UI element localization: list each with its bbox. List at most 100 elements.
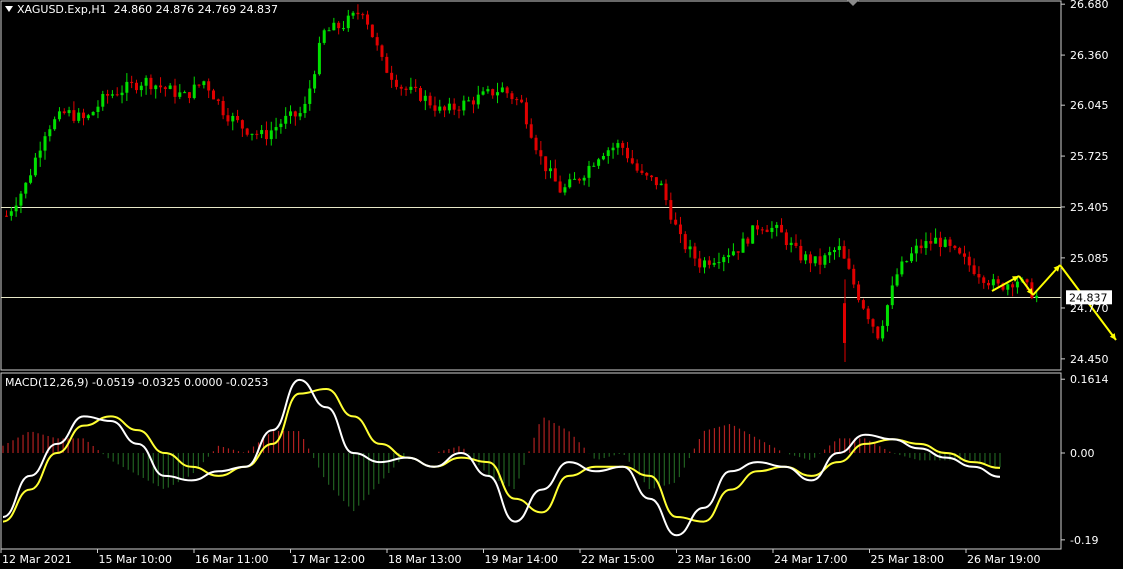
candle-body [833,250,836,253]
candle-body [847,258,851,269]
candle-body [207,81,211,91]
candle-body [804,254,808,261]
candle-body [775,224,779,228]
macd-pane-border [0,372,1062,550]
symbol-name: XAGUSD.Exp,H1 [17,3,107,16]
candle-body [654,177,658,186]
candle-body [563,187,567,193]
candle-body [245,128,249,135]
candle-body [168,85,172,90]
price-tick-label: 26.360 [1070,49,1109,62]
candle-body [298,113,302,117]
candle-body [938,237,942,247]
candle-body [313,74,317,89]
candle-body [895,274,899,286]
candle-body [640,170,644,173]
candle-body [823,255,827,265]
candle-body [505,87,509,94]
candle-body [500,87,504,93]
candle-body [380,45,384,57]
candle-body [573,178,577,180]
candle-body [457,109,461,111]
time-tick-label: 19 Mar 14:00 [485,553,558,566]
collapse-triangle-icon[interactable] [5,6,13,12]
candle-body [346,15,350,29]
candle-body [187,92,191,99]
candle-body [289,111,293,116]
candle-body [587,165,591,178]
candle-body [443,106,447,111]
candle-body [914,245,918,254]
candle-body [857,284,861,301]
candle-body [29,175,33,183]
candle-body [452,103,456,110]
candle-body [351,12,355,16]
candle-body [173,85,177,97]
price-axis[interactable]: 26.68026.36026.04525.72525.40525.08524.7… [1061,0,1112,366]
candle-body [780,224,784,233]
chart-canvas[interactable]: 26.68026.36026.04525.72525.40525.08524.7… [0,0,1123,569]
candle-body [24,182,28,194]
candle-body [630,158,634,164]
candle-body [905,261,909,263]
candle-body [626,147,629,159]
candle-body [842,246,846,259]
candle-body [616,143,620,148]
candle-body [722,257,726,263]
chart-shift-marker-icon[interactable] [847,0,859,6]
candle-body [327,30,331,32]
candle-body [438,106,442,111]
candle-body [548,168,552,172]
candle-body [19,193,23,206]
candle-body [674,219,678,225]
candle-body [125,81,129,93]
candle-body [5,215,8,217]
main-pane-border [0,0,1062,371]
macd-tick-label: -0.19 [1070,534,1098,547]
candle-body [789,242,793,246]
candle-body [43,136,47,151]
candle-body [818,256,822,265]
horizontal-levels[interactable] [1,207,1061,298]
candle-body [688,246,692,250]
candle-body [274,127,278,131]
candle-body [390,72,394,80]
candle-body [96,106,100,113]
candle-body [110,94,114,96]
candle-body [524,102,528,125]
candle-body [428,95,432,106]
candle-body [770,227,774,232]
candle-body [491,89,495,96]
candle-body [544,156,548,172]
candle-body [987,282,991,286]
time-tick-label: 22 Mar 15:00 [581,553,654,566]
candle-body [712,262,716,265]
candle-body [890,285,894,306]
candle-body [972,265,976,275]
candle-body [471,100,475,105]
candle-body [746,238,750,244]
macd-values: MACD(12,26,9) -0.0519 -0.0325 0.0000 -0.… [5,376,269,389]
candle-body [601,155,605,160]
candle-body [1011,284,1015,288]
candle-body [1035,295,1039,299]
candle-body [755,225,759,230]
time-axis[interactable]: 12 Mar 2021 15 Mar 10:00 16 Mar 11:00 17 Ma… [0,549,1040,566]
candle-body [308,88,312,104]
candle-body [260,130,264,135]
candle-body [53,119,57,130]
candle-body [486,89,490,92]
candle-body [481,91,485,95]
candle-body [828,252,832,256]
candle-body [385,56,389,73]
candle-body [91,112,95,116]
candle-body [394,79,398,87]
current-price-label: 24.837 [1069,291,1108,304]
candle-body [727,255,731,258]
candle-body [520,99,524,103]
candle-body [279,123,283,128]
candle-body [144,77,148,86]
candle-body [399,86,403,89]
candle-body [322,30,326,43]
time-tick-label: 17 Mar 12:00 [292,553,365,566]
